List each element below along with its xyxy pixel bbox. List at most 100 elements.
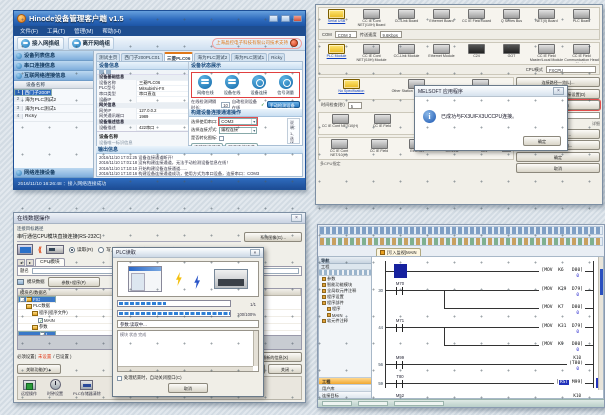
- coex-cc-ie-field-item[interactable]: CC IE Field: [361, 139, 397, 158]
- vertical-scrollbar[interactable]: [598, 257, 603, 390]
- plc-board-item[interactable]: PLC Board: [564, 9, 599, 28]
- table-row[interactable]: 1西门子200PLC01: [14, 89, 52, 96]
- route-cc-ie-cont-item[interactable]: CC IE Cont NET/10(H): [321, 114, 359, 133]
- ok-button[interactable]: 确定: [516, 152, 600, 162]
- sidebar-panel-serial[interactable]: 串口连接信息: [14, 61, 93, 71]
- related-functions-button[interactable]: 关联功能(F)▲: [17, 364, 61, 374]
- ethernet-module-item[interactable]: Ethernet Module: [424, 44, 459, 63]
- menu-manage[interactable]: 管理(M): [74, 27, 93, 35]
- pane-project[interactable]: 工程: [319, 377, 371, 384]
- remote-operation-item[interactable]: 远程操作: [21, 380, 37, 397]
- menu-tools[interactable]: 工具(T): [47, 27, 65, 35]
- coex-cc-ie-cont-item[interactable]: CC IE Cont NET/10(H): [321, 139, 357, 158]
- param-program-button[interactable]: 参数+程序(P): [48, 277, 100, 287]
- cancel-button[interactable]: 取消: [516, 163, 600, 173]
- got-item[interactable]: GOT: [494, 44, 529, 63]
- network-online-indicator[interactable]: 网络在线: [193, 75, 219, 96]
- pane-connection[interactable]: 连接目标: [319, 391, 371, 398]
- branch-line: [444, 290, 445, 308]
- icon-convert-checkbox[interactable]: [219, 136, 224, 141]
- net2-board-item[interactable]: NET(II) Board: [529, 9, 564, 28]
- sidebar-panel-network[interactable]: 互联网络连接信息: [14, 71, 93, 81]
- toolbar-icons[interactable]: [319, 237, 603, 246]
- progress-item-list[interactable]: 模块 状态 完成: [117, 330, 259, 372]
- cc-ie-field-head-item[interactable]: CC IE Field Communication Head Module: [564, 44, 599, 63]
- cc-ie-cont-module-item[interactable]: CC IE Cont NET(/10H) Module: [354, 44, 389, 63]
- progress-status-text: 参数:读取中...: [117, 320, 259, 328]
- minimize-icon[interactable]: [269, 15, 278, 22]
- tab-scroll-left-icon[interactable]: ◂: [17, 259, 25, 266]
- tab-haiwei1[interactable]: 海为PLC测试1: [231, 53, 267, 61]
- plc-module-item[interactable]: PLC Module: [319, 44, 354, 63]
- pane-user-library[interactable]: 用户库: [319, 384, 371, 391]
- c24-item[interactable]: C24: [459, 44, 494, 63]
- time-check-field[interactable]: 5: [348, 102, 362, 109]
- close-icon[interactable]: ×: [291, 214, 302, 222]
- close-button[interactable]: 关闭: [268, 364, 302, 374]
- no-specification-item[interactable]: No Specification: [319, 79, 384, 98]
- close-icon[interactable]: ×: [250, 249, 260, 256]
- table-row[interactable]: ✓FX3U/FX3UCCPU: [18, 296, 56, 303]
- interval-input[interactable]: 10: [221, 102, 230, 108]
- menu-help[interactable]: 帮助(H): [102, 27, 121, 35]
- output-log[interactable]: 2016/11/10 17:01:25 设备连接通道断开！ 2016/11/10…: [96, 154, 303, 177]
- system-image-button[interactable]: 系统图像(G)...: [244, 232, 302, 242]
- dialog-ok-button[interactable]: 确定: [523, 136, 561, 146]
- tab-ricky[interactable]: Ricky: [268, 53, 285, 61]
- device-connect-indicator[interactable]: 设备连接: [246, 75, 272, 96]
- maximize-icon[interactable]: [281, 15, 290, 22]
- table-row[interactable]: 4Ricky: [14, 113, 93, 122]
- ethernet-board-item[interactable]: Ethernet Board: [424, 9, 459, 28]
- horizontal-scrollbar[interactable]: [118, 366, 253, 371]
- vertical-scrollbar[interactable]: [253, 331, 258, 366]
- checkbox-checked-icon[interactable]: ✓: [38, 318, 43, 323]
- cc-ie-field-board-item[interactable]: CC IE Field Board: [459, 9, 494, 28]
- serial-usb-item[interactable]: Serial USB: [319, 9, 354, 28]
- cc-ie-field-master-item[interactable]: CC IE Field Master/Local Module: [529, 44, 564, 63]
- cc-link-board-item[interactable]: CC-Link Board: [389, 9, 424, 28]
- ladder-canvas[interactable]: MOV K6 D80 0 30 M70 MOV K29 D79 0 MOV K7…: [372, 256, 604, 399]
- close-icon[interactable]: [293, 15, 302, 22]
- cc-link-module-item[interactable]: CC-Link Module: [389, 44, 424, 63]
- com-port-select[interactable]: COM3▾: [219, 118, 257, 125]
- manual-check-button[interactable]: 手动检测设备在线: [267, 101, 300, 108]
- q-series-bus-item[interactable]: Q Series Bus: [494, 9, 529, 28]
- lightning-icon: [193, 275, 202, 289]
- speed-value-field[interactable]: 9.6Kbps: [380, 31, 402, 38]
- connect-mode-select[interactable]: 编程连接▾: [219, 127, 257, 134]
- auto-check-checkbox[interactable]: ✓: [261, 102, 265, 107]
- cpu-mode-field[interactable]: FXCPU: [546, 66, 596, 73]
- sidebar-panel-device-list[interactable]: 设备列表信息: [14, 51, 93, 61]
- tab-haiwei2[interactable]: 海为PLC测试2: [194, 53, 230, 61]
- cc-link-board-icon: [398, 9, 415, 19]
- progress-cancel-button[interactable]: 取消: [168, 383, 208, 393]
- tab-siemens[interactable]: 西门子200PLC01: [121, 53, 163, 61]
- join-network-button[interactable]: 接入网络组: [17, 37, 64, 50]
- sidebar-panel-net-devices[interactable]: 网络连接设备: [14, 168, 93, 178]
- device-online-indicator[interactable]: 设备在线: [219, 75, 245, 96]
- close-icon[interactable]: ×: [553, 87, 564, 95]
- com-value-field[interactable]: COM 3: [335, 31, 357, 38]
- route-cc-ie-field-item[interactable]: CC IE Field: [363, 114, 401, 133]
- tree-item-device-comment[interactable]: 软元件注释: [319, 318, 371, 324]
- tab-home[interactable]: 测试主页: [96, 53, 120, 61]
- step-number: 59: [372, 381, 383, 386]
- auto-close-checkbox[interactable]: [117, 376, 122, 381]
- plc-memory-clear-item[interactable]: PLC存储器清除: [73, 380, 101, 397]
- ladder-tab[interactable]: [写入监视]MAIN: [376, 248, 421, 256]
- tab-scroll-right-icon[interactable]: ▸: [26, 259, 34, 266]
- tab-cpu-module[interactable]: CPU模块: [35, 258, 65, 266]
- cc-ie-cont-board-item[interactable]: CC IE Cont NET(/10H) Board: [354, 9, 389, 28]
- tab-mitsubishi[interactable]: 三菱PLC06: [164, 52, 194, 61]
- toolbar-icons[interactable]: [319, 226, 603, 235]
- navigation-title: 导航: [319, 257, 371, 264]
- signal-measure-indicator[interactable]: 信号测量: [273, 75, 299, 96]
- table-row[interactable]: 2海为PLC测试2: [14, 96, 93, 105]
- table-row[interactable]: 3海为PLC测试1: [14, 105, 93, 114]
- device-list-icon: [16, 53, 22, 59]
- menu-file[interactable]: 文件(F): [20, 27, 38, 35]
- leave-network-button[interactable]: 离开网络组: [68, 37, 115, 50]
- radio-read[interactable]: 读取(R): [69, 246, 93, 253]
- clock-setting-item[interactable]: 时钟设置: [47, 379, 63, 397]
- folder-icon: [322, 283, 326, 287]
